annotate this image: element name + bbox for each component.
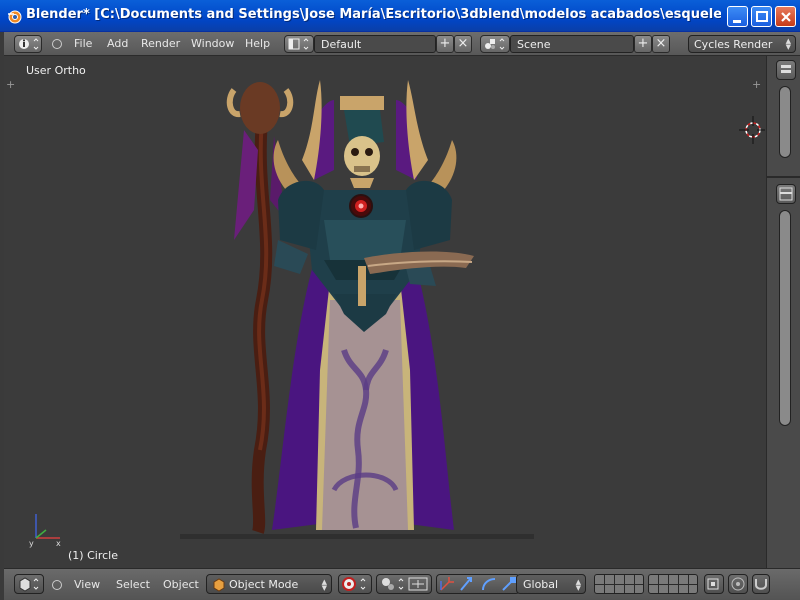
window-title: Blender* [C:\Documents and Settings\Jose… xyxy=(26,7,721,22)
outliner-side-region xyxy=(766,56,800,568)
menu-render[interactable]: Render xyxy=(141,37,180,50)
add-screen-button[interactable]: + xyxy=(436,35,454,53)
object-mode-cube-icon xyxy=(213,578,225,592)
info-header: File Add Render Window Help Default + × … xyxy=(4,32,800,56)
window-titlebar: Blender* [C:\Documents and Settings\Jose… xyxy=(0,0,800,32)
svg-text:y: y xyxy=(29,539,34,548)
manipulator-buttons[interactable] xyxy=(436,574,520,594)
layer-buttons-group-1[interactable] xyxy=(594,574,644,594)
view3d-editor-icon xyxy=(19,577,39,592)
viewport-shading-button[interactable] xyxy=(338,574,372,594)
render-engine-label: Cycles Render xyxy=(694,38,773,51)
layer-buttons-group-2[interactable] xyxy=(648,574,698,594)
add-scene-button[interactable]: + xyxy=(634,35,652,53)
menu-help[interactable]: Help xyxy=(245,37,270,50)
properties-icon xyxy=(779,187,793,201)
editor-type-button[interactable] xyxy=(14,574,44,594)
viewport-shading-icon xyxy=(342,577,366,591)
menu-add[interactable]: Add xyxy=(107,37,128,50)
mode-label: Object Mode xyxy=(229,578,299,591)
collapse-menus-icon[interactable] xyxy=(52,580,62,590)
screen-layout-field[interactable]: Default xyxy=(314,35,436,53)
mode-dropdown[interactable]: Object Mode ▲ ▼ xyxy=(206,574,332,594)
region-expand-icon[interactable]: + xyxy=(6,78,15,91)
scene-icon xyxy=(485,38,505,50)
layers-lock-icon xyxy=(707,578,719,590)
editor-type-button[interactable] xyxy=(14,35,42,53)
transform-orientation-dropdown[interactable]: Global ▲ ▼ xyxy=(516,574,586,594)
menu-object[interactable]: Object xyxy=(163,578,199,591)
collapse-menus-icon[interactable] xyxy=(52,39,62,49)
view3d-header: View Select Object Object Mode ▲ ▼ Global… xyxy=(4,568,800,600)
active-object-label: (1) Circle xyxy=(68,549,118,562)
snap-magnet-icon xyxy=(755,579,767,590)
minimize-button[interactable] xyxy=(727,6,748,27)
close-button[interactable] xyxy=(775,6,796,27)
chevron-updown-icon: ▲ ▼ xyxy=(321,578,327,592)
menu-select[interactable]: Select xyxy=(116,578,150,591)
proportional-edit-button[interactable] xyxy=(728,574,748,594)
info-editor-icon xyxy=(19,38,39,50)
screen-layout-browse[interactable] xyxy=(284,35,314,53)
pivot-point-icon xyxy=(382,577,428,591)
skeleton-mage-model[interactable] xyxy=(174,70,494,548)
chevron-updown-icon: ▲ ▼ xyxy=(575,578,581,592)
view-name-label: User Ortho xyxy=(26,64,86,77)
panel-divider xyxy=(767,176,800,178)
menu-view[interactable]: View xyxy=(74,578,100,591)
transform-orientation-label: Global xyxy=(523,578,559,591)
lock-layers-button[interactable] xyxy=(704,574,724,594)
scene-field[interactable]: Scene xyxy=(510,35,634,53)
proportional-edit-icon xyxy=(731,577,745,591)
snap-button[interactable] xyxy=(752,574,770,594)
properties-editor-button[interactable] xyxy=(776,184,796,204)
properties-scrollbar[interactable] xyxy=(779,210,791,426)
screen-layout-icon xyxy=(288,38,309,50)
render-engine-dropdown[interactable]: Cycles Render ▲ ▼ xyxy=(688,35,796,53)
scene-browse[interactable] xyxy=(480,35,510,53)
pivot-point-button[interactable] xyxy=(376,574,432,594)
remove-scene-button[interactable]: × xyxy=(652,35,670,53)
svg-text:x: x xyxy=(56,539,61,548)
outliner-scrollbar[interactable] xyxy=(779,86,791,158)
outliner-editor-button[interactable] xyxy=(776,60,796,80)
menu-file[interactable]: File xyxy=(74,37,92,50)
axis-gizmo-icon: y x xyxy=(29,514,61,548)
blender-icon xyxy=(8,10,22,24)
maximize-button[interactable] xyxy=(751,6,772,27)
menu-window[interactable]: Window xyxy=(191,37,234,50)
3d-cursor-icon xyxy=(739,116,765,144)
manipulator-icon xyxy=(440,577,516,591)
remove-screen-button[interactable]: × xyxy=(454,35,472,53)
chevron-updown-icon: ▲ ▼ xyxy=(785,37,791,51)
viewport-3d[interactable]: User Ortho + + y x (1) Circle xyxy=(4,56,766,568)
region-expand-icon[interactable]: + xyxy=(752,78,761,91)
outliner-icon xyxy=(781,65,791,73)
